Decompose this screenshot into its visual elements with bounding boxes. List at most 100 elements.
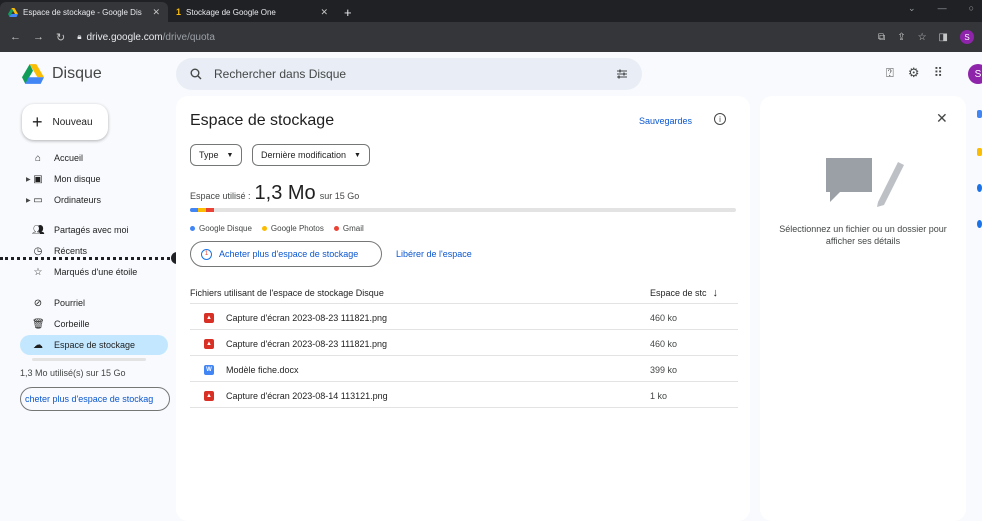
used-prefix: Espace utilisé : <box>190 191 251 201</box>
cloud-icon: ☁ <box>33 339 43 351</box>
help-icon[interactable]: ⍰ <box>886 65 894 81</box>
url-field[interactable]: 🔒︎ drive.google.com/drive/quota <box>77 32 215 43</box>
filter-type-chip[interactable]: Type ▼ <box>190 144 243 166</box>
spam-icon: ⊘ <box>33 297 43 309</box>
browser-profile-avatar[interactable]: S <box>960 30 974 44</box>
tab-title: Espace de stockage - Google Dis <box>23 7 142 17</box>
bookmark-star-icon[interactable]: ☆ <box>918 32 927 43</box>
chevron-down-icon: ▼ <box>354 151 361 159</box>
settings-gear-icon[interactable]: ⚙ <box>908 65 920 81</box>
reload-icon[interactable]: ↻ <box>56 31 65 44</box>
star-icon: ☆ <box>33 266 43 278</box>
side-panel-icon[interactable]: ◨ <box>939 32 948 43</box>
contacts-app-icon[interactable] <box>977 220 982 228</box>
bar-segment-gmail <box>206 208 214 212</box>
storage-usage-text: 1,3 Mo utilisé(s) sur 15 Go <box>20 368 126 378</box>
search-options-icon[interactable] <box>616 68 628 80</box>
image-file-icon: ▲ <box>204 312 214 323</box>
sidebar-item-spam[interactable]: ⊘ Pourriel <box>20 293 168 313</box>
sidebar-item-computers[interactable]: ▶ ▭ Ordinateurs <box>20 190 168 210</box>
address-bar: ← → ↻ 🔒︎ drive.google.com/drive/quota ⧉ … <box>0 22 982 52</box>
drive-favicon-icon <box>8 7 18 17</box>
new-tab-button[interactable]: + <box>336 2 360 22</box>
sidebar-item-label: Ordinateurs <box>54 195 102 205</box>
share-icon[interactable]: ⇪ <box>897 32 905 43</box>
table-row[interactable]: ▲ Capture d'écran 2023-08-23 111821.png 4… <box>190 306 738 330</box>
maximize-icon[interactable]: ○ <box>969 3 974 14</box>
details-illustration-icon <box>826 158 904 207</box>
browser-tab-bar: Espace de stockage - Google Dis ✕ 1 Stoc… <box>0 0 982 22</box>
filter-modified-chip[interactable]: Dernière modification ▼ <box>252 144 370 166</box>
back-icon[interactable]: ← <box>10 31 21 43</box>
legend-dot <box>190 226 195 232</box>
drive-icon: ▣ <box>33 173 43 185</box>
backups-link[interactable]: Sauvegardes <box>639 116 692 126</box>
chevron-down-icon: ▼ <box>226 151 234 159</box>
file-name: Capture d'écran 2023-08-23 111821.png <box>226 312 388 323</box>
legend-item-drive: Google Disque <box>190 224 252 233</box>
sidebar-item-label: Mon disque <box>54 174 101 184</box>
minimize-icon[interactable]: — <box>938 3 947 14</box>
sidebar-item-starred[interactable]: ☆ Marqués d'une étoile <box>20 262 168 282</box>
file-size: 460 ko <box>650 338 678 349</box>
computer-icon: ▭ <box>33 194 43 206</box>
google-lens-icon[interactable]: ⧉ <box>878 32 885 43</box>
details-empty-message: Sélectionnez un fichier ou un dossier po… <box>779 224 947 246</box>
file-name: Capture d'écran 2023-08-14 113121.png <box>226 390 388 401</box>
close-tab-icon[interactable]: ✕ <box>320 7 328 18</box>
sidebar-item-label: Récents <box>54 246 88 256</box>
files-table-header: Fichiers utilisant de l'espace de stocka… <box>190 282 738 304</box>
info-icon[interactable]: i <box>714 113 726 125</box>
sidebar-item-label: Marqués d'une étoile <box>54 267 138 277</box>
browser-tab-storage[interactable]: Espace de stockage - Google Dis ✕ <box>0 2 168 22</box>
avatar[interactable]: S <box>968 64 982 84</box>
column-header-name: Fichiers utilisant de l'espace de stocka… <box>190 287 384 298</box>
bar-segment-photos <box>198 208 206 212</box>
sidebar-item-trash[interactable]: 🗑︎ Corbeille <box>20 314 168 334</box>
used-suffix: sur 15 Go <box>319 191 360 201</box>
tasks-app-icon[interactable] <box>977 184 982 192</box>
app-header: Disque Rechercher dans Disque ⍰ ⚙ ⠿ S <box>0 52 982 96</box>
buy-storage-button[interactable]: 1 Acheter plus d'espace de stockage <box>190 241 382 267</box>
sidebar-item-home[interactable]: ⌂ Accueil <box>20 148 168 168</box>
plus-icon: + <box>32 111 43 132</box>
column-header-size[interactable]: Espace de stc ↓ <box>650 287 738 299</box>
buy-storage-sidebar-button[interactable]: cheter plus d'espace de stockag <box>20 387 170 411</box>
drive-logo[interactable]: Disque <box>22 64 102 84</box>
table-row[interactable]: W Modèle fiche.docx 399 ko <box>190 358 738 382</box>
sidebar: + Nouveau ⌂ Accueil ▶ ▣ Mon disque ▶ ▭ O… <box>0 96 176 521</box>
legend-item-photos: Google Photos <box>261 224 324 233</box>
trash-icon: 🗑︎ <box>32 318 45 330</box>
apps-grid-icon[interactable]: ⠿ <box>933 65 943 81</box>
table-row[interactable]: ▲ Capture d'écran 2023-08-23 111821.png 4… <box>190 332 738 356</box>
browser-tab-google-one[interactable]: 1 Stockage de Google One ✕ <box>168 2 336 22</box>
close-tab-icon[interactable]: ✕ <box>152 7 160 18</box>
expand-caret-icon[interactable]: ▶ <box>26 197 31 204</box>
url-host: drive.google.com <box>86 31 163 43</box>
search-input[interactable]: Rechercher dans Disque <box>176 58 642 90</box>
chevron-down-icon[interactable]: ⌄ <box>908 3 916 14</box>
sidebar-item-shared[interactable]: 👥︎ Partagés avec moi <box>20 220 168 240</box>
storage-used-summary: Espace utilisé : 1,3 Mo sur 15 Go <box>190 182 359 205</box>
expand-caret-icon[interactable]: ▶ <box>26 176 31 183</box>
filter-type-label: Type <box>199 150 219 160</box>
search-placeholder: Rechercher dans Disque <box>214 67 347 81</box>
google-one-icon: 1 <box>201 248 212 260</box>
storage-main-panel: Espace de stockage Sauvegardes i Type ▼ … <box>176 96 750 521</box>
sidebar-item-my-drive[interactable]: ▶ ▣ Mon disque <box>20 169 168 189</box>
close-icon[interactable]: ✕ <box>936 110 948 127</box>
file-size: 399 ko <box>650 364 678 375</box>
window-controls: ⌄ — ○ <box>908 3 974 14</box>
bar-segment-drive <box>190 208 198 212</box>
tab-title: Stockage de Google One <box>186 7 276 17</box>
sidebar-item-storage[interactable]: ☁ Espace de stockage <box>20 335 168 355</box>
calendar-app-icon[interactable] <box>977 110 982 118</box>
details-panel: ✕ Sélectionnez un fichier ou un dossier … <box>760 96 966 521</box>
keep-app-icon[interactable] <box>977 148 982 156</box>
new-button[interactable]: + Nouveau <box>22 104 108 140</box>
table-row[interactable]: ▲ Capture d'écran 2023-08-14 113121.png 1… <box>190 384 738 408</box>
free-up-space-link[interactable]: Libérer de l'espace <box>396 249 472 259</box>
sidebar-item-label: Pourriel <box>54 298 86 308</box>
legend-label: Google Disque <box>199 224 252 233</box>
forward-icon[interactable]: → <box>33 31 44 43</box>
